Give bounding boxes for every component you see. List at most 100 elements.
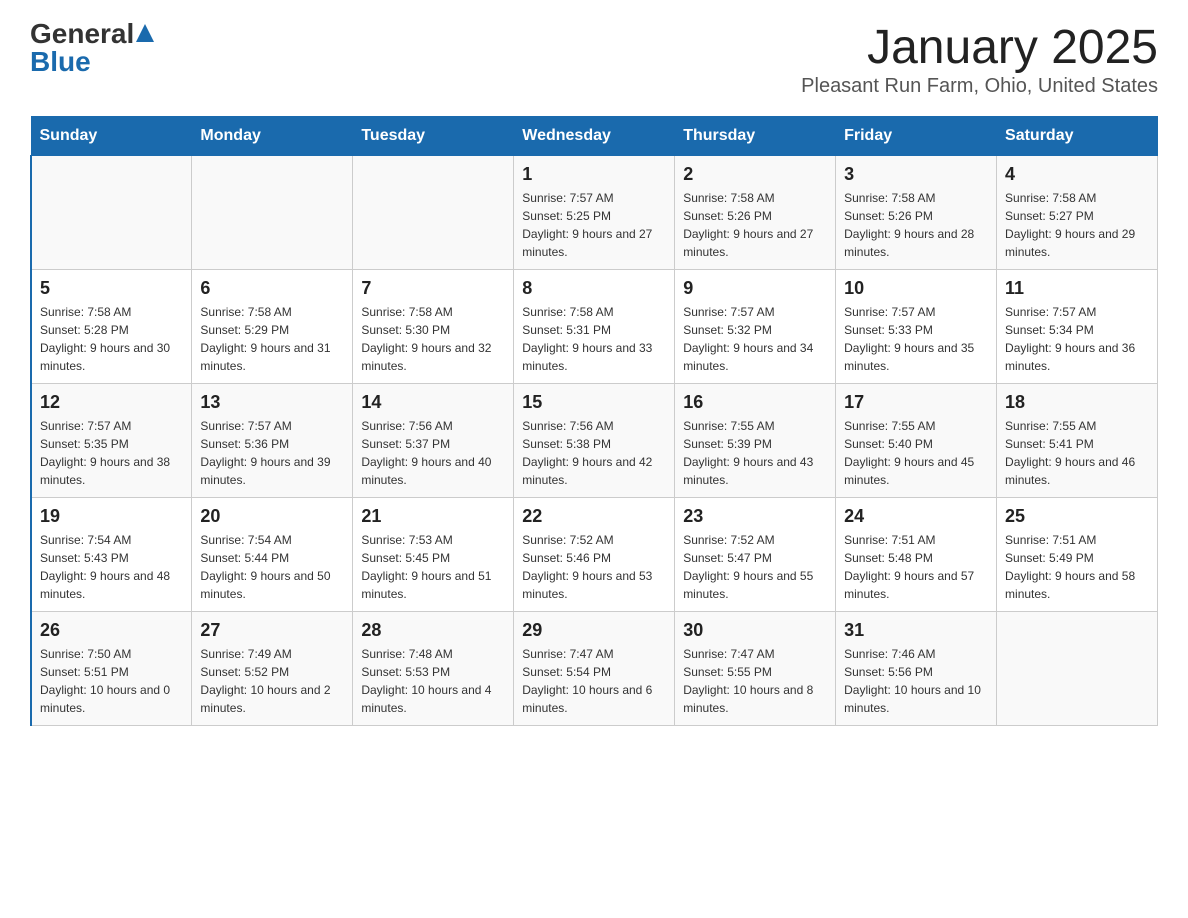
calendar-day-cell: 29 Sunrise: 7:47 AMSunset: 5:54 PMDayligh… bbox=[514, 612, 675, 726]
calendar-day-cell: 23 Sunrise: 7:52 AMSunset: 5:47 PMDayligh… bbox=[675, 498, 836, 612]
calendar-day-cell bbox=[353, 156, 514, 270]
day-info: Sunrise: 7:49 AMSunset: 5:52 PMDaylight:… bbox=[200, 645, 344, 717]
day-info: Sunrise: 7:51 AMSunset: 5:49 PMDaylight:… bbox=[1005, 531, 1149, 603]
calendar-day-cell: 10 Sunrise: 7:57 AMSunset: 5:33 PMDayligh… bbox=[836, 270, 997, 384]
calendar-day-cell: 24Sunrise: 7:51 AMSunset: 5:48 PMDayligh… bbox=[836, 498, 997, 612]
day-of-week-header: Sunday bbox=[31, 117, 192, 156]
calendar-day-cell: 28Sunrise: 7:48 AMSunset: 5:53 PMDayligh… bbox=[353, 612, 514, 726]
day-info: Sunrise: 7:57 AMSunset: 5:33 PMDaylight:… bbox=[844, 303, 988, 375]
calendar-week-row: 12 Sunrise: 7:57 AMSunset: 5:35 PMDayligh… bbox=[31, 384, 1158, 498]
day-number: 29 bbox=[522, 620, 666, 641]
calendar-day-cell: 2 Sunrise: 7:58 AMSunset: 5:26 PMDaylight… bbox=[675, 156, 836, 270]
day-info: Sunrise: 7:58 AMSunset: 5:26 PMDaylight:… bbox=[683, 189, 827, 261]
day-info: Sunrise: 7:48 AMSunset: 5:53 PMDaylight:… bbox=[361, 645, 505, 717]
calendar-day-cell bbox=[192, 156, 353, 270]
calendar-week-row: 5 Sunrise: 7:58 AMSunset: 5:28 PMDaylight… bbox=[31, 270, 1158, 384]
day-number: 2 bbox=[683, 164, 827, 185]
day-info: Sunrise: 7:57 AMSunset: 5:34 PMDaylight:… bbox=[1005, 303, 1149, 375]
day-number: 18 bbox=[1005, 392, 1149, 413]
calendar-week-row: 1 Sunrise: 7:57 AMSunset: 5:25 PMDaylight… bbox=[31, 156, 1158, 270]
calendar-day-cell: 14 Sunrise: 7:56 AMSunset: 5:37 PMDayligh… bbox=[353, 384, 514, 498]
day-number: 17 bbox=[844, 392, 988, 413]
day-of-week-header: Friday bbox=[836, 117, 997, 156]
calendar-day-cell: 30 Sunrise: 7:47 AMSunset: 5:55 PMDayligh… bbox=[675, 612, 836, 726]
logo-blue-text: Blue bbox=[30, 46, 91, 77]
day-info: Sunrise: 7:50 AMSunset: 5:51 PMDaylight:… bbox=[40, 645, 183, 717]
day-number: 8 bbox=[522, 278, 666, 299]
day-number: 10 bbox=[844, 278, 988, 299]
day-number: 3 bbox=[844, 164, 988, 185]
day-of-week-header: Tuesday bbox=[353, 117, 514, 156]
day-number: 15 bbox=[522, 392, 666, 413]
day-number: 30 bbox=[683, 620, 827, 641]
day-info: Sunrise: 7:57 AMSunset: 5:32 PMDaylight:… bbox=[683, 303, 827, 375]
day-number: 5 bbox=[40, 278, 183, 299]
calendar-day-cell: 19Sunrise: 7:54 AMSunset: 5:43 PMDayligh… bbox=[31, 498, 192, 612]
month-title: January 2025 bbox=[801, 20, 1158, 75]
day-number: 20 bbox=[200, 506, 344, 527]
day-info: Sunrise: 7:56 AMSunset: 5:37 PMDaylight:… bbox=[361, 417, 505, 489]
day-of-week-header: Monday bbox=[192, 117, 353, 156]
day-number: 25 bbox=[1005, 506, 1149, 527]
day-number: 1 bbox=[522, 164, 666, 185]
day-info: Sunrise: 7:57 AMSunset: 5:35 PMDaylight:… bbox=[40, 417, 183, 489]
day-number: 26 bbox=[40, 620, 183, 641]
day-number: 27 bbox=[200, 620, 344, 641]
day-info: Sunrise: 7:52 AMSunset: 5:46 PMDaylight:… bbox=[522, 531, 666, 603]
location-title: Pleasant Run Farm, Ohio, United States bbox=[801, 75, 1158, 98]
day-info: Sunrise: 7:57 AMSunset: 5:25 PMDaylight:… bbox=[522, 189, 666, 261]
calendar-table: SundayMondayTuesdayWednesdayThursdayFrid… bbox=[30, 116, 1158, 726]
calendar-day-cell: 22Sunrise: 7:52 AMSunset: 5:46 PMDayligh… bbox=[514, 498, 675, 612]
calendar-day-cell: 9 Sunrise: 7:57 AMSunset: 5:32 PMDaylight… bbox=[675, 270, 836, 384]
calendar-day-cell: 25 Sunrise: 7:51 AMSunset: 5:49 PMDayligh… bbox=[997, 498, 1158, 612]
calendar-day-cell: 27 Sunrise: 7:49 AMSunset: 5:52 PMDayligh… bbox=[192, 612, 353, 726]
calendar-day-cell: 16Sunrise: 7:55 AMSunset: 5:39 PMDayligh… bbox=[675, 384, 836, 498]
day-number: 6 bbox=[200, 278, 344, 299]
day-info: Sunrise: 7:55 AMSunset: 5:40 PMDaylight:… bbox=[844, 417, 988, 489]
calendar-day-cell: 4 Sunrise: 7:58 AMSunset: 5:27 PMDaylight… bbox=[997, 156, 1158, 270]
day-info: Sunrise: 7:57 AMSunset: 5:36 PMDaylight:… bbox=[200, 417, 344, 489]
day-number: 14 bbox=[361, 392, 505, 413]
day-info: Sunrise: 7:53 AMSunset: 5:45 PMDaylight:… bbox=[361, 531, 505, 603]
calendar-day-cell: 5 Sunrise: 7:58 AMSunset: 5:28 PMDaylight… bbox=[31, 270, 192, 384]
day-info: Sunrise: 7:46 AMSunset: 5:56 PMDaylight:… bbox=[844, 645, 988, 717]
day-info: Sunrise: 7:58 AMSunset: 5:26 PMDaylight:… bbox=[844, 189, 988, 261]
day-of-week-header: Saturday bbox=[997, 117, 1158, 156]
day-info: Sunrise: 7:58 AMSunset: 5:30 PMDaylight:… bbox=[361, 303, 505, 375]
day-info: Sunrise: 7:51 AMSunset: 5:48 PMDaylight:… bbox=[844, 531, 988, 603]
calendar-day-cell: 17 Sunrise: 7:55 AMSunset: 5:40 PMDayligh… bbox=[836, 384, 997, 498]
days-of-week-row: SundayMondayTuesdayWednesdayThursdayFrid… bbox=[31, 117, 1158, 156]
day-number: 21 bbox=[361, 506, 505, 527]
day-number: 12 bbox=[40, 392, 183, 413]
day-number: 4 bbox=[1005, 164, 1149, 185]
day-of-week-header: Thursday bbox=[675, 117, 836, 156]
day-info: Sunrise: 7:52 AMSunset: 5:47 PMDaylight:… bbox=[683, 531, 827, 603]
calendar-day-cell: 21 Sunrise: 7:53 AMSunset: 5:45 PMDayligh… bbox=[353, 498, 514, 612]
calendar-day-cell: 13 Sunrise: 7:57 AMSunset: 5:36 PMDayligh… bbox=[192, 384, 353, 498]
day-info: Sunrise: 7:54 AMSunset: 5:44 PMDaylight:… bbox=[200, 531, 344, 603]
calendar-day-cell: 12 Sunrise: 7:57 AMSunset: 5:35 PMDayligh… bbox=[31, 384, 192, 498]
calendar-day-cell: 15Sunrise: 7:56 AMSunset: 5:38 PMDayligh… bbox=[514, 384, 675, 498]
day-info: Sunrise: 7:47 AMSunset: 5:55 PMDaylight:… bbox=[683, 645, 827, 717]
calendar-day-cell: 18 Sunrise: 7:55 AMSunset: 5:41 PMDayligh… bbox=[997, 384, 1158, 498]
calendar-day-cell: 26 Sunrise: 7:50 AMSunset: 5:51 PMDayligh… bbox=[31, 612, 192, 726]
calendar-week-row: 26 Sunrise: 7:50 AMSunset: 5:51 PMDayligh… bbox=[31, 612, 1158, 726]
day-number: 13 bbox=[200, 392, 344, 413]
day-number: 9 bbox=[683, 278, 827, 299]
calendar-day-cell: 20 Sunrise: 7:54 AMSunset: 5:44 PMDayligh… bbox=[192, 498, 353, 612]
logo-triangle-icon bbox=[136, 24, 154, 42]
day-info: Sunrise: 7:47 AMSunset: 5:54 PMDaylight:… bbox=[522, 645, 666, 717]
day-info: Sunrise: 7:55 AMSunset: 5:41 PMDaylight:… bbox=[1005, 417, 1149, 489]
calendar-day-cell bbox=[997, 612, 1158, 726]
calendar-day-cell: 1 Sunrise: 7:57 AMSunset: 5:25 PMDaylight… bbox=[514, 156, 675, 270]
day-number: 16 bbox=[683, 392, 827, 413]
day-number: 7 bbox=[361, 278, 505, 299]
calendar-day-cell bbox=[31, 156, 192, 270]
title-block: January 2025 Pleasant Run Farm, Ohio, Un… bbox=[801, 20, 1158, 98]
day-info: Sunrise: 7:58 AMSunset: 5:27 PMDaylight:… bbox=[1005, 189, 1149, 261]
day-number: 23 bbox=[683, 506, 827, 527]
calendar-day-cell: 7 Sunrise: 7:58 AMSunset: 5:30 PMDaylight… bbox=[353, 270, 514, 384]
day-info: Sunrise: 7:58 AMSunset: 5:28 PMDaylight:… bbox=[40, 303, 183, 375]
calendar-header: SundayMondayTuesdayWednesdayThursdayFrid… bbox=[31, 117, 1158, 156]
logo-general-text: General bbox=[30, 20, 134, 48]
